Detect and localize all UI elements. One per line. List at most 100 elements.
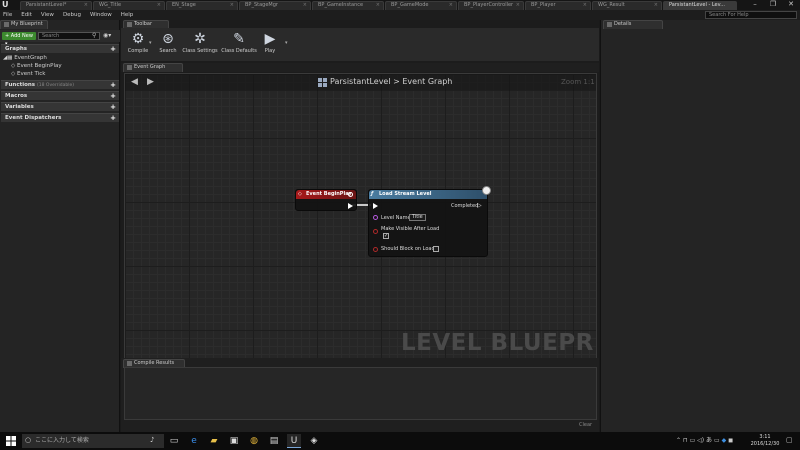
add-graph-icon[interactable]: + [110, 45, 116, 53]
people-icon[interactable]: ⌃ [676, 437, 681, 444]
functions-section[interactable]: Functions (18 Overridable) + [1, 80, 119, 89]
close-icon[interactable]: × [449, 2, 453, 9]
details-icon [607, 22, 612, 27]
menu-debug[interactable]: Debug [63, 12, 81, 18]
doc-tab-label: WG_Result [598, 2, 625, 8]
menu-view[interactable]: View [41, 12, 54, 18]
doc-tab[interactable]: WG_Title × [93, 1, 165, 10]
close-icon[interactable]: × [84, 2, 88, 9]
level-name-pin[interactable] [373, 215, 378, 220]
clear-button[interactable]: Clear [579, 422, 592, 428]
make-visible-checkbox[interactable]: ✓ [383, 233, 389, 239]
chrome-icon[interactable]: ◍ [247, 434, 261, 448]
load-node-header: ƒ Load Stream Level [369, 190, 487, 199]
menu-file[interactable]: File [3, 12, 12, 18]
details-tab-label: Details [614, 21, 632, 27]
file-explorer-icon[interactable]: ▰ [207, 434, 221, 448]
maximize-icon[interactable]: ❐ [764, 0, 782, 10]
macros-section[interactable]: Macros + [1, 91, 119, 100]
taskbar-search-input[interactable]: ここに入力して検索 [22, 434, 164, 448]
clock-time: 3:11 [759, 434, 771, 440]
exec-output-pin[interactable] [348, 203, 353, 209]
tree-item-tick[interactable]: ◇ Event Tick [11, 71, 45, 77]
close-window-icon[interactable]: ✕ [782, 0, 800, 10]
battery-icon[interactable]: ▭ [690, 437, 696, 444]
close-icon[interactable]: × [157, 2, 161, 9]
menu-help[interactable]: Help [121, 12, 134, 18]
functions-label: Functions [5, 82, 36, 88]
tree-item-eventgraph[interactable]: ◢▦ EventGraph [3, 55, 47, 61]
dispatchers-section[interactable]: Event Dispatchers + [1, 113, 119, 122]
my-blueprint-toolbar: + Add New ▾ Search ⚲ ◉▾ [0, 30, 120, 47]
app-icon[interactable]: ◈ [307, 434, 321, 448]
minimize-icon[interactable]: – [746, 0, 764, 10]
compile-options-chevron-icon[interactable]: ▾ [149, 40, 152, 46]
doc-tab-active[interactable]: ParsistantLevel - Lev... [663, 1, 737, 10]
store-icon[interactable]: ▣ [227, 434, 241, 448]
load-stream-level-node[interactable]: ƒ Load Stream Level Completed ▷ Level Na… [368, 189, 488, 257]
menu-edit[interactable]: Edit [21, 12, 32, 18]
variables-label: Variables [5, 104, 34, 110]
my-blueprint-tab[interactable]: My Blueprint [0, 20, 48, 29]
tree-item-beginplay[interactable]: ◇ Event BeginPlay [11, 63, 62, 69]
play-button[interactable]: ▶ Play [260, 29, 280, 60]
toolbar-tab-icon [127, 22, 132, 27]
play-options-chevron-icon[interactable]: ▾ [285, 40, 288, 46]
doc-tab[interactable]: BP_StageMgr × [239, 1, 311, 10]
add-function-icon[interactable]: + [110, 81, 116, 89]
doc-tab[interactable]: BP_PlayerController × [458, 1, 524, 10]
taskbar-clock[interactable]: 3:11 2016/12/30 [750, 434, 780, 448]
add-variable-icon[interactable]: + [110, 103, 116, 111]
add-dispatcher-icon[interactable]: + [110, 114, 116, 122]
dropbox-icon[interactable]: ◆ [722, 437, 727, 444]
close-icon[interactable]: × [376, 2, 380, 9]
help-search-input[interactable]: Search For Help [705, 11, 797, 19]
graph-canvas[interactable]: ◀ ▶ ParsistantLevel > Event Graph Zoom 1… [124, 73, 597, 368]
doc-tab[interactable]: ParsistantLevel* × [20, 1, 92, 10]
blueprint-search-input[interactable]: Search [38, 32, 100, 40]
should-block-pin[interactable] [373, 247, 378, 252]
close-icon[interactable]: × [583, 2, 587, 9]
class-defaults-button[interactable]: ✎ Class Defaults [221, 29, 257, 60]
doc-tab[interactable]: WG_Result × [592, 1, 662, 10]
notification-icon[interactable]: ▢ [786, 436, 793, 444]
add-new-button[interactable]: + Add New ▾ [2, 32, 36, 47]
close-icon[interactable]: × [654, 2, 658, 9]
add-macro-icon[interactable]: + [110, 92, 116, 100]
level-name-field[interactable]: Title [409, 214, 426, 221]
variables-section[interactable]: Variables + [1, 102, 119, 111]
app-tray-icon[interactable]: ◼ [728, 437, 733, 444]
close-icon[interactable]: × [303, 2, 307, 9]
class-settings-button[interactable]: ✲ Class Settings [182, 29, 218, 60]
event-beginplay-node[interactable]: ◇ Event BeginPlay [295, 189, 357, 211]
doc-tab[interactable]: BP_GameInstance × [312, 1, 384, 10]
make-visible-pin[interactable] [373, 229, 378, 234]
my-blueprint-panel: My Blueprint + Add New ▾ Search ⚲ ◉▾ Gra… [0, 20, 120, 432]
close-icon[interactable]: × [230, 2, 234, 9]
display-icon[interactable]: ▭ [714, 437, 720, 444]
volume-icon[interactable]: ◁) [697, 437, 704, 444]
edge-icon[interactable]: e [187, 434, 201, 448]
exec-input-pin[interactable] [373, 203, 378, 209]
class-defaults-label: Class Defaults [221, 48, 257, 54]
search-button[interactable]: ⊛ Search [157, 29, 179, 60]
close-icon[interactable]: × [516, 2, 520, 9]
output-delegate-icon[interactable] [348, 192, 353, 197]
window-controls: – ❐ ✕ [738, 0, 800, 10]
doc-tab[interactable]: BP_GameMode × [385, 1, 457, 10]
details-tab[interactable]: Details [603, 20, 663, 29]
eye-icon[interactable]: ◉▾ [103, 32, 111, 39]
windows-start-icon[interactable] [6, 436, 16, 446]
doc-tab[interactable]: EN_Stage × [166, 1, 238, 10]
event-graph-tab[interactable]: Event Graph [123, 63, 183, 72]
menu-window[interactable]: Window [90, 12, 112, 18]
network-icon[interactable]: ⊓ [683, 437, 688, 444]
graphs-section[interactable]: Graphs + [1, 44, 119, 53]
app-icon[interactable]: ▤ [267, 434, 281, 448]
ime-icon[interactable]: あ [706, 437, 712, 444]
should-block-checkbox[interactable] [433, 246, 439, 252]
microphone-icon[interactable]: ♪ [150, 436, 154, 444]
unreal-editor-taskbar-icon[interactable]: U [287, 434, 301, 448]
doc-tab[interactable]: BP_Player × [525, 1, 591, 10]
task-view-icon[interactable]: ▭ [167, 434, 181, 448]
